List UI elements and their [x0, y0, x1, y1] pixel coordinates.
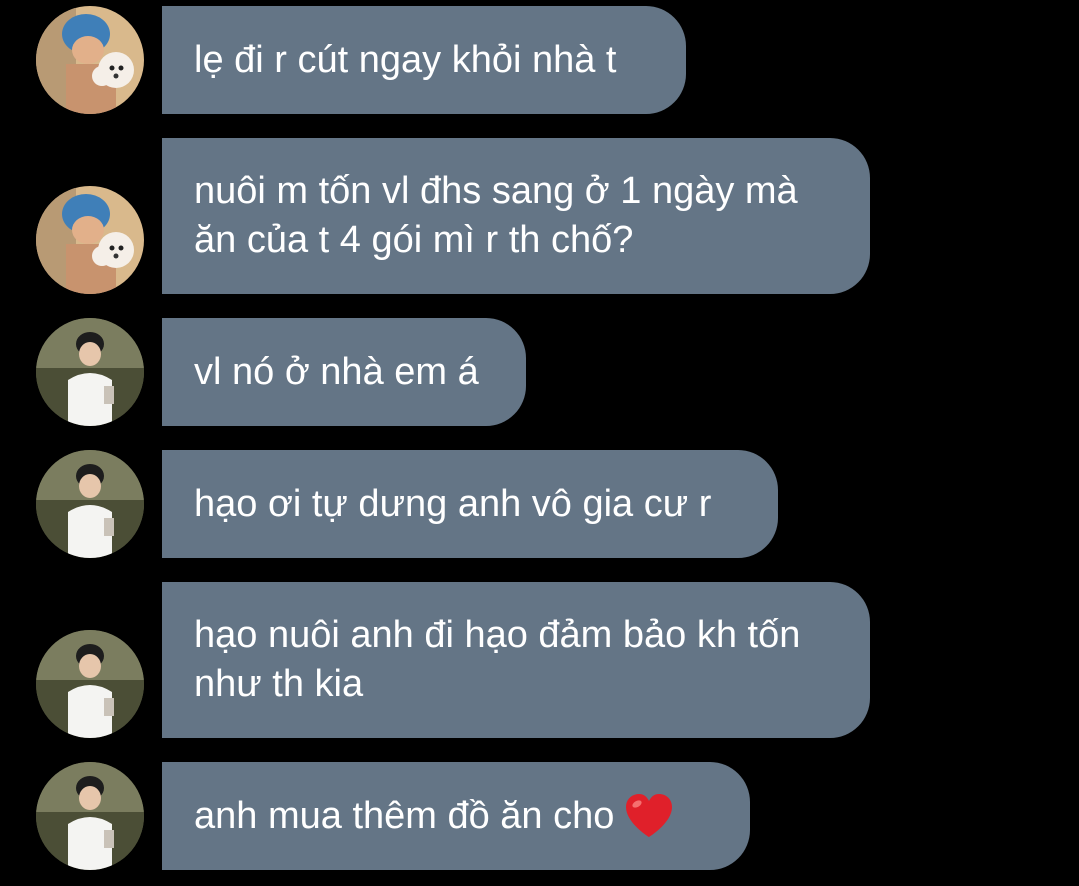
- avatar-boy-with-drink[interactable]: [36, 762, 144, 870]
- message-text: nuôi m tốn vl đhs sang ở 1 ngày mà ăn củ…: [194, 170, 798, 261]
- message-bubble[interactable]: lẹ đi r cút ngay khỏi nhà t: [162, 6, 686, 114]
- message-text: anh mua thêm đồ ăn cho: [194, 794, 615, 837]
- message-text: hạo nuôi anh đi hạo đảm bảo kh tốn như t…: [194, 614, 801, 705]
- message-text: vl nó ở nhà em á: [194, 350, 479, 393]
- message-bubble[interactable]: nuôi m tốn vl đhs sang ở 1 ngày mà ăn củ…: [162, 138, 870, 294]
- avatar-blue-hair-with-dog[interactable]: [36, 186, 144, 294]
- message-bubble[interactable]: anh mua thêm đồ ăn cho: [162, 762, 750, 870]
- message-text: lẹ đi r cút ngay khỏi nhà t: [194, 38, 617, 81]
- red-heart-icon: [624, 793, 674, 839]
- avatar-boy-with-drink[interactable]: [36, 630, 144, 738]
- message-text: hạo ơi tự dưng anh vô gia cư r: [194, 482, 712, 525]
- avatar-blue-hair-with-dog[interactable]: [36, 6, 144, 114]
- message-bubble[interactable]: hạo nuôi anh đi hạo đảm bảo kh tốn như t…: [162, 582, 870, 738]
- avatar-boy-with-drink[interactable]: [36, 450, 144, 558]
- avatar-boy-with-drink[interactable]: [36, 318, 144, 426]
- message-bubble[interactable]: hạo ơi tự dưng anh vô gia cư r: [162, 450, 778, 558]
- message-bubble[interactable]: vl nó ở nhà em á: [162, 318, 526, 426]
